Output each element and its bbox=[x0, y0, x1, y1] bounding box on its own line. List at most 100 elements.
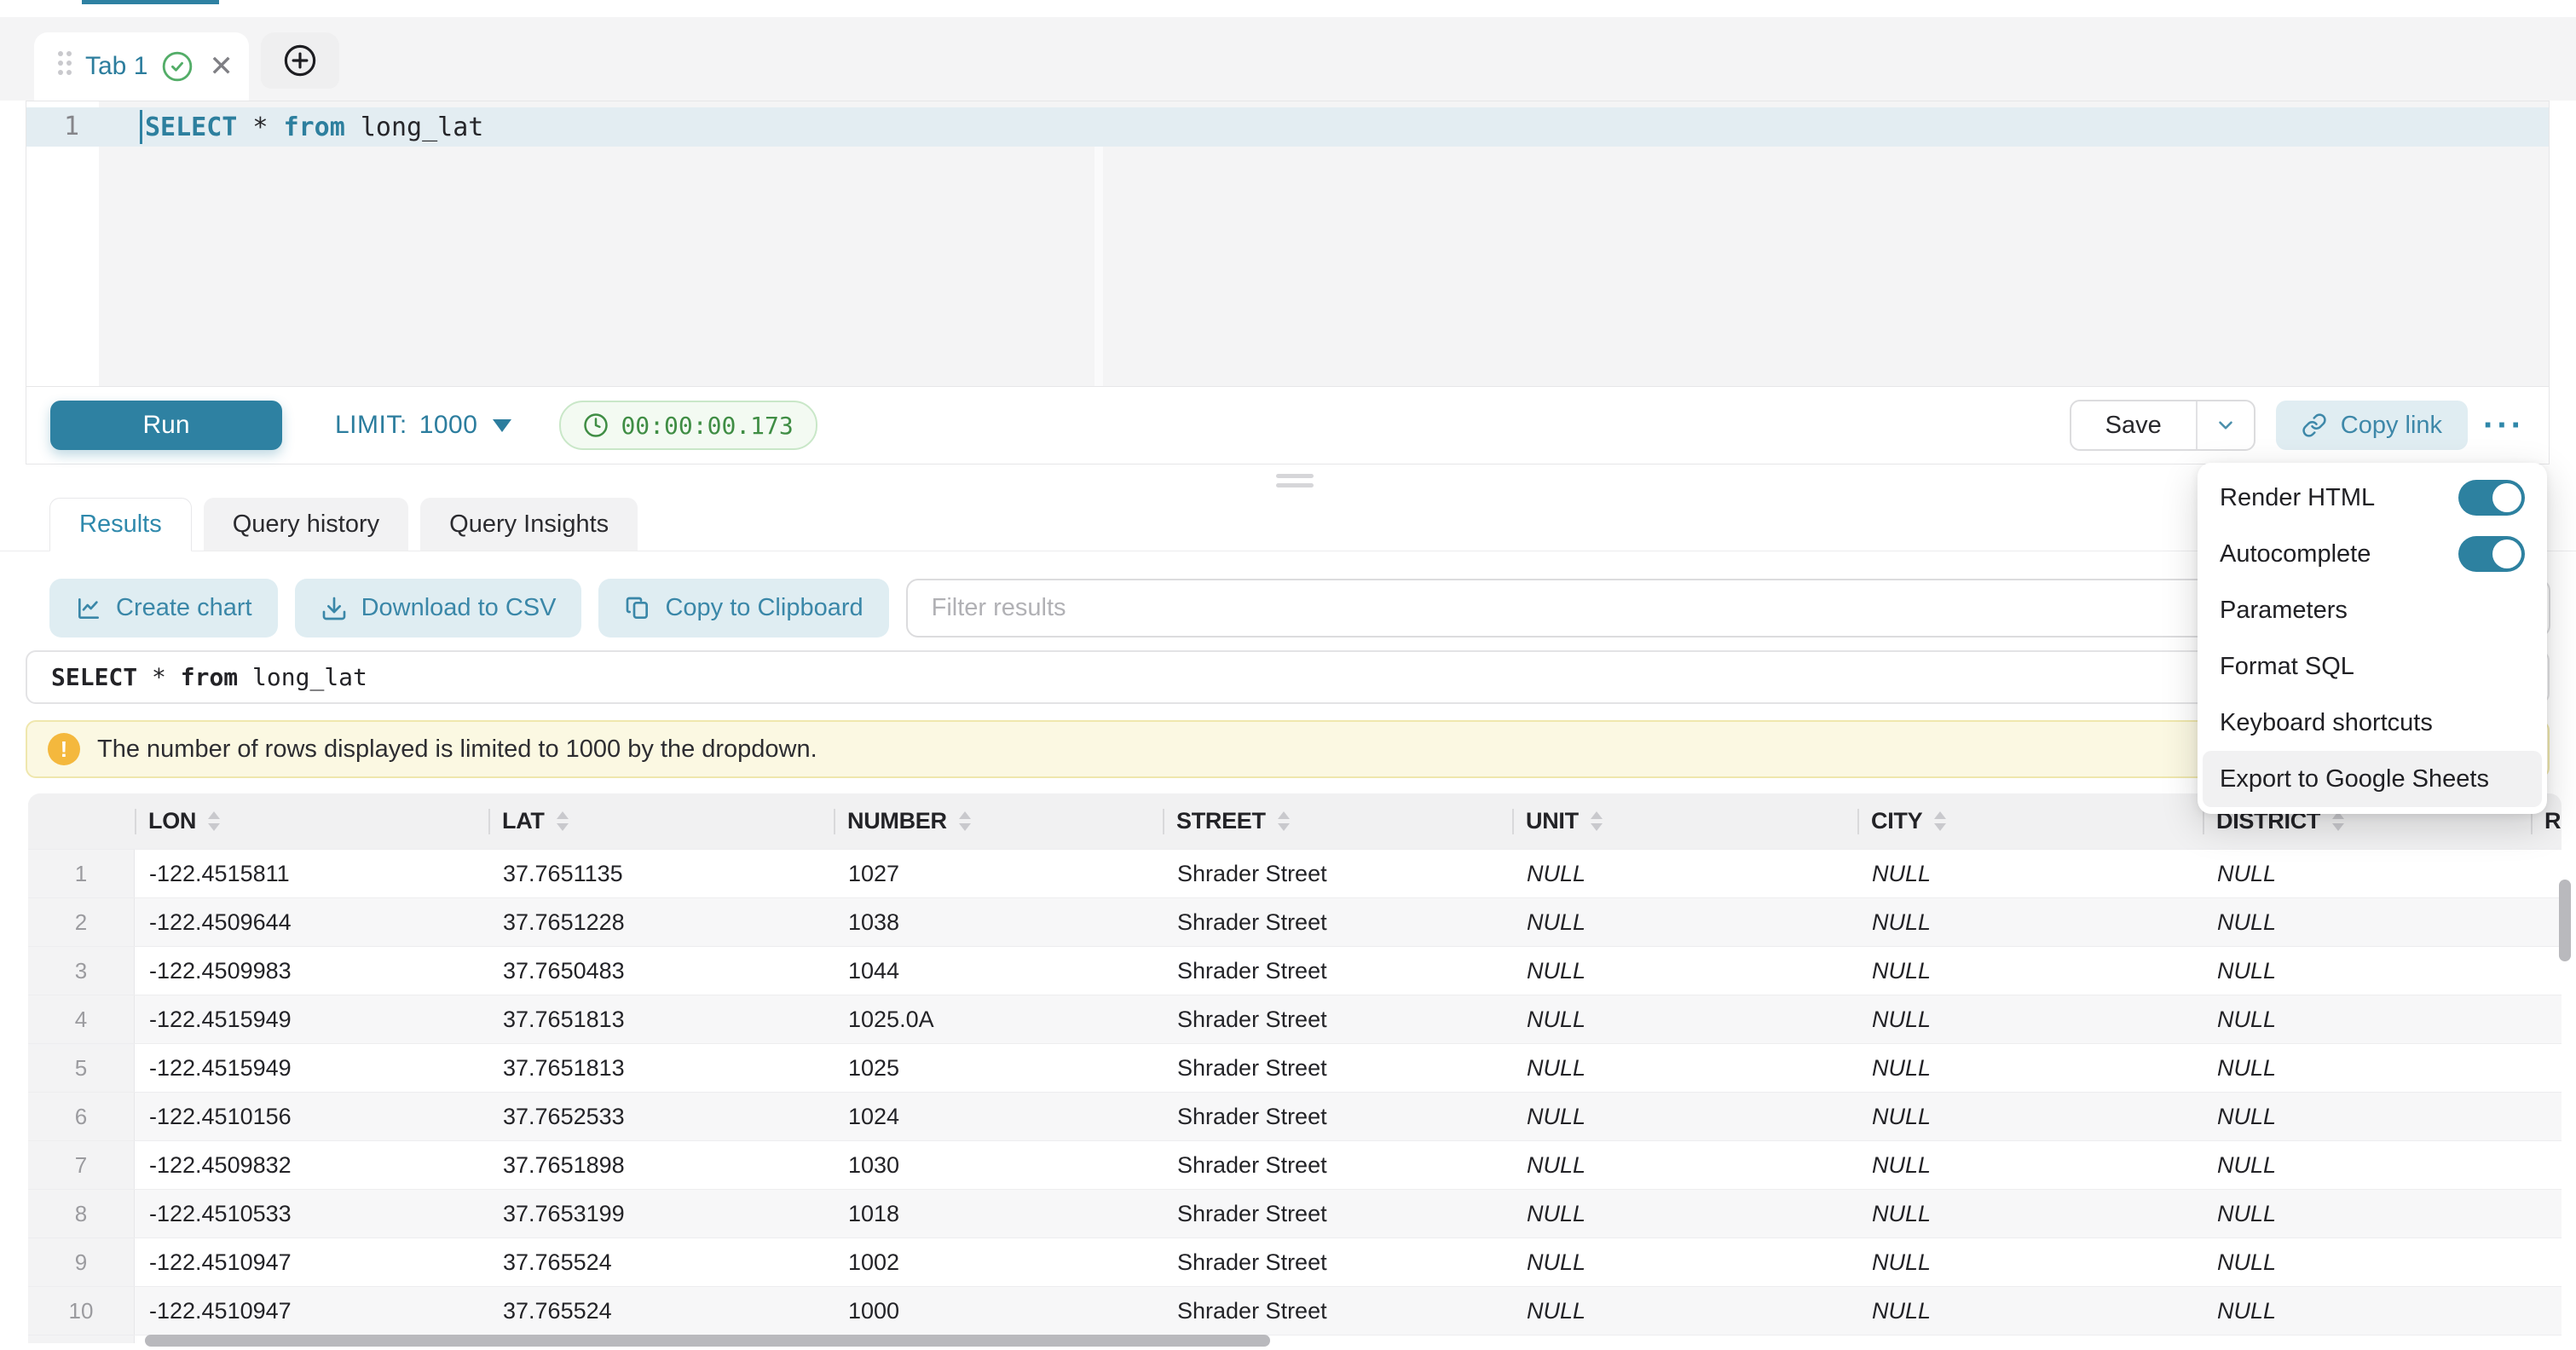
cell[interactable]: NULL bbox=[1512, 898, 1857, 946]
table-row[interactable]: 3 -122.4509983 37.7650483 1044 Shrader S… bbox=[28, 946, 2562, 995]
cell[interactable]: -122.4515949 bbox=[135, 1044, 488, 1092]
cell[interactable]: 1000 bbox=[834, 1287, 1163, 1335]
sort-icon[interactable] bbox=[1591, 811, 1603, 831]
cell[interactable]: Shrader Street bbox=[1163, 850, 1512, 897]
save-options-button[interactable] bbox=[2196, 401, 2254, 449]
table-row[interactable]: 6 -122.4510156 37.7652533 1024 Shrader S… bbox=[28, 1092, 2562, 1140]
cell[interactable]: -122.4510533 bbox=[135, 1190, 488, 1238]
cell[interactable]: NULL bbox=[1512, 1190, 1857, 1238]
cell[interactable]: 1025 bbox=[834, 1044, 1163, 1092]
cell[interactable]: 1018 bbox=[834, 1190, 1163, 1238]
cell[interactable]: 37.765524 bbox=[488, 1238, 834, 1286]
cell[interactable]: -122.4515949 bbox=[135, 995, 488, 1043]
cell[interactable]: Shrader Street bbox=[1163, 1190, 1512, 1238]
cell[interactable]: -122.4509983 bbox=[135, 947, 488, 995]
drag-handle-icon[interactable] bbox=[58, 51, 72, 82]
cell[interactable]: Shrader Street bbox=[1163, 995, 1512, 1043]
cell[interactable]: Shrader Street bbox=[1163, 1287, 1512, 1335]
table-row[interactable]: 10 -122.4510947 37.765524 1000 Shrader S… bbox=[28, 1286, 2562, 1335]
tab-tab1[interactable]: Tab 1 ✕ bbox=[34, 32, 249, 101]
cell[interactable]: 37.7650483 bbox=[488, 947, 834, 995]
cell[interactable]: 37.7651813 bbox=[488, 1044, 834, 1092]
menu-item[interactable]: Autocomplete bbox=[2203, 526, 2542, 582]
limit-dropdown[interactable]: LIMIT: 1000 bbox=[335, 411, 511, 440]
cell[interactable]: NULL bbox=[1857, 995, 2203, 1043]
table-row[interactable]: 8 -122.4510533 37.7653199 1018 Shrader S… bbox=[28, 1189, 2562, 1238]
cell[interactable]: NULL bbox=[1857, 898, 2203, 946]
cell[interactable] bbox=[2531, 1141, 2562, 1189]
menu-item[interactable]: Keyboard shortcuts bbox=[2203, 695, 2542, 751]
column-header[interactable]: UNIT bbox=[1512, 793, 1857, 849]
cell[interactable]: NULL bbox=[1512, 995, 1857, 1043]
sort-icon[interactable] bbox=[1278, 811, 1290, 831]
cell[interactable]: NULL bbox=[1857, 850, 2203, 897]
run-button[interactable]: Run bbox=[50, 401, 282, 450]
cell[interactable]: Shrader Street bbox=[1163, 1044, 1512, 1092]
cell[interactable]: NULL bbox=[1857, 1190, 2203, 1238]
column-header[interactable]: CITY bbox=[1857, 793, 2203, 849]
cell[interactable]: 1025.0A bbox=[834, 995, 1163, 1043]
download-csv-button[interactable]: Download to CSV bbox=[295, 579, 582, 638]
cell[interactable]: NULL bbox=[2203, 1238, 2531, 1286]
table-row[interactable]: 5 -122.4515949 37.7651813 1025 Shrader S… bbox=[28, 1043, 2562, 1092]
cell[interactable]: NULL bbox=[1857, 1287, 2203, 1335]
cell[interactable]: NULL bbox=[2203, 947, 2531, 995]
cell[interactable]: 37.7652533 bbox=[488, 1093, 834, 1140]
cell[interactable]: NULL bbox=[2203, 1093, 2531, 1140]
table-row[interactable]: 4 -122.4515949 37.7651813 1025.0A Shrade… bbox=[28, 995, 2562, 1043]
cell[interactable]: NULL bbox=[2203, 898, 2531, 946]
save-button[interactable]: Save bbox=[2071, 401, 2196, 449]
create-chart-button[interactable]: Create chart bbox=[49, 579, 278, 638]
cell[interactable]: NULL bbox=[1857, 1238, 2203, 1286]
cell[interactable]: NULL bbox=[1857, 947, 2203, 995]
cell[interactable] bbox=[2531, 1238, 2562, 1286]
toggle[interactable] bbox=[2458, 480, 2525, 516]
sort-icon[interactable] bbox=[208, 811, 220, 831]
menu-item[interactable]: Format SQL bbox=[2203, 638, 2542, 695]
column-header[interactable]: LON bbox=[135, 793, 488, 849]
cell[interactable]: 1044 bbox=[834, 947, 1163, 995]
pane-resize-handle[interactable] bbox=[1276, 474, 1314, 488]
cell[interactable]: NULL bbox=[1512, 947, 1857, 995]
cell[interactable]: 37.765524 bbox=[488, 1287, 834, 1335]
sort-icon[interactable] bbox=[557, 811, 569, 831]
cell[interactable] bbox=[2531, 1190, 2562, 1238]
cell[interactable]: -122.4510947 bbox=[135, 1238, 488, 1286]
tab-query-insights[interactable]: Query Insights bbox=[420, 498, 638, 551]
copy-clipboard-button[interactable]: Copy to Clipboard bbox=[598, 579, 888, 638]
cell[interactable]: NULL bbox=[1857, 1093, 2203, 1140]
close-tab-icon[interactable]: ✕ bbox=[209, 52, 234, 81]
cell[interactable] bbox=[2531, 898, 2562, 946]
cell[interactable]: NULL bbox=[2203, 1287, 2531, 1335]
cell[interactable]: 1024 bbox=[834, 1093, 1163, 1140]
cell[interactable] bbox=[2531, 995, 2562, 1043]
new-tab-button[interactable] bbox=[261, 32, 339, 89]
cell[interactable]: NULL bbox=[2203, 1190, 2531, 1238]
cell[interactable]: NULL bbox=[1857, 1336, 2203, 1343]
cell[interactable]: NULL bbox=[1857, 1044, 2203, 1092]
cell[interactable]: NULL bbox=[1512, 1093, 1857, 1140]
cell[interactable]: NULL bbox=[2203, 850, 2531, 897]
table-row[interactable]: 2 -122.4509644 37.7651228 1038 Shrader S… bbox=[28, 897, 2562, 946]
cell[interactable]: NULL bbox=[1512, 1141, 1857, 1189]
cell[interactable]: NULL bbox=[1512, 1238, 1857, 1286]
cell[interactable]: Shrader Street bbox=[1163, 1141, 1512, 1189]
menu-item[interactable]: Render HTML bbox=[2203, 470, 2542, 526]
sort-icon[interactable] bbox=[2332, 811, 2344, 831]
cell[interactable] bbox=[2531, 1336, 2562, 1343]
cell[interactable]: 1027 bbox=[834, 850, 1163, 897]
cell[interactable]: Shrader Street bbox=[1163, 1093, 1512, 1140]
cell[interactable]: -122.4510947 bbox=[135, 1287, 488, 1335]
cell[interactable]: -122.4515811 bbox=[135, 850, 488, 897]
cell[interactable]: 37.7651135 bbox=[488, 850, 834, 897]
cell[interactable]: NULL bbox=[1512, 1287, 1857, 1335]
cell[interactable]: NULL bbox=[2203, 1336, 2531, 1343]
cell[interactable] bbox=[2531, 1044, 2562, 1092]
cell[interactable]: Shrader Street bbox=[1163, 898, 1512, 946]
cell[interactable]: 1038 bbox=[834, 898, 1163, 946]
cell[interactable]: NULL bbox=[1857, 1141, 2203, 1189]
cell[interactable]: -122.4509832 bbox=[135, 1141, 488, 1189]
cell[interactable]: 37.7653199 bbox=[488, 1190, 834, 1238]
column-header[interactable]: NUMBER bbox=[834, 793, 1163, 849]
sort-icon[interactable] bbox=[1934, 811, 1946, 831]
